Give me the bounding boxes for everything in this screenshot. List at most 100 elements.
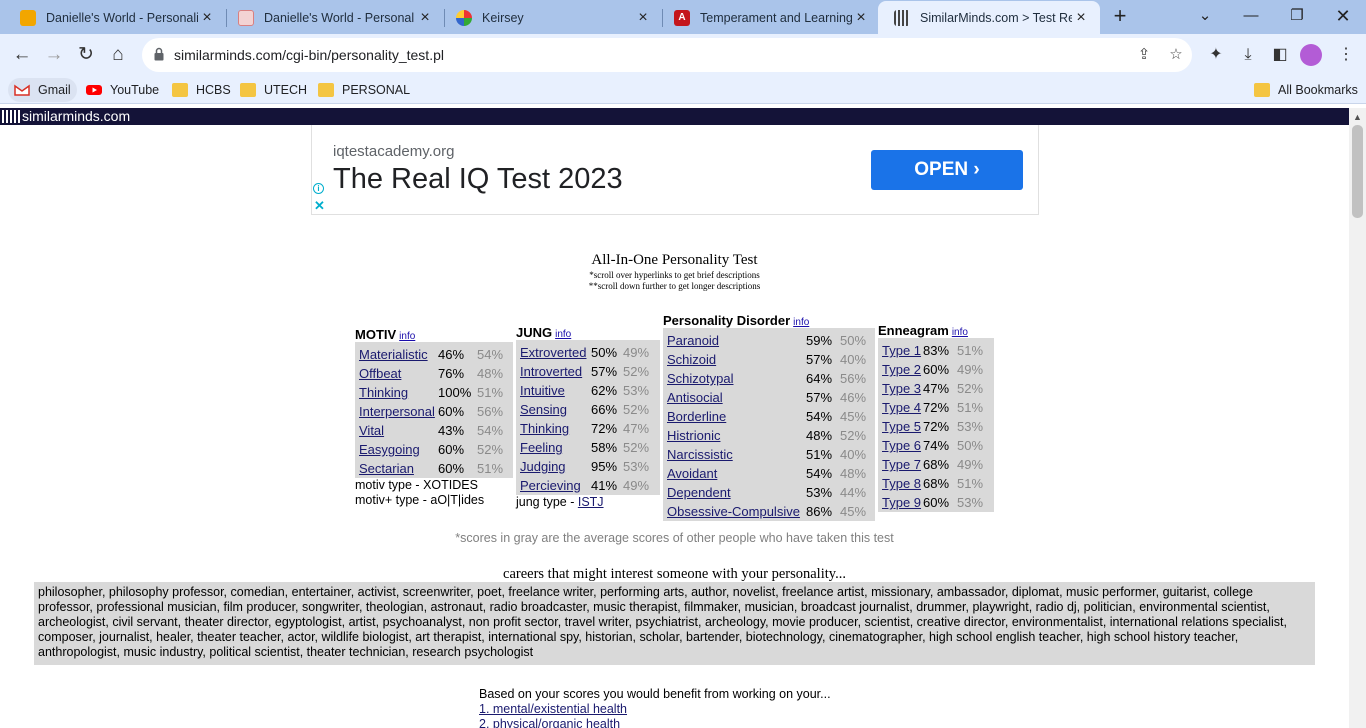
scroll-note: **scroll down further to get longer desc… [588,281,761,291]
bookmark-gmail[interactable]: Gmail [8,78,77,102]
page-scrollbar[interactable]: ▲ [1349,108,1366,728]
disorder-row: Narcissistic 51% 40% [666,445,872,464]
disorder-info-link[interactable]: info [793,317,809,328]
bookmark-folder-utech[interactable]: UTECH [234,78,313,102]
close-tab-icon[interactable]: × [198,9,216,27]
disorder-trait-link[interactable]: Obsessive-Compulsive [666,504,806,519]
tab-similarminds[interactable]: SimilarMinds.com > Test Res × [878,1,1100,34]
back-icon[interactable]: ← [8,41,36,69]
disorder-score: 53% [806,485,833,500]
tab-keirsey[interactable]: Keirsey × [440,1,662,34]
disorder-score: 86% [806,504,833,519]
tab-danielles-world-personal-d[interactable]: Danielle's World - Personal D × [222,1,444,34]
web-page: similarminds.com iqtestacademy.org The R… [0,108,1349,728]
disorder-trait-link[interactable]: Avoidant [666,466,806,481]
motiv-type: motiv type - XOTIDES [355,478,478,492]
disorder-trait-link[interactable]: Narcissistic [666,447,806,462]
minimize-icon[interactable]: — [1236,3,1266,29]
ad-banner[interactable]: iqtestacademy.org The Real IQ Test 2023 … [311,125,1039,215]
ad-headline[interactable]: The Real IQ Test 2023 [333,163,623,196]
motiv-trait-link[interactable]: Sectarian [358,461,438,476]
enneagram-average-score: 51% [957,343,984,358]
enneagram-trait-link[interactable]: Type 2 [881,362,923,377]
enneagram-trait-link[interactable]: Type 5 [881,419,923,434]
disorder-trait-link[interactable]: Dependent [666,485,806,500]
scroll-up-arrow-icon[interactable]: ▲ [1353,112,1362,122]
benefit-link-mental[interactable]: 1. mental/existential health [479,702,627,716]
benefit-link-physical[interactable]: 2. physical/organic health [479,717,620,728]
disorder-trait-link[interactable]: Schizoid [666,352,806,367]
enneagram-trait-link[interactable]: Type 3 [881,381,923,396]
enneagram-trait-link[interactable]: Type 6 [881,438,923,453]
close-window-icon[interactable]: ✕ [1328,3,1358,29]
bookmark-folder-hcbs[interactable]: HCBS [166,78,237,102]
jung-trait-link[interactable]: Feeling [519,440,591,455]
jung-info-link[interactable]: info [555,329,571,340]
motiv-trait-link[interactable]: Materialistic [358,347,438,362]
motiv-info-link[interactable]: info [399,331,415,342]
motiv-row: Easygoing 60% 52% [358,440,510,459]
motiv-trait-link[interactable]: Easygoing [358,442,438,457]
bookmark-star-icon[interactable]: ☆ [1164,43,1188,67]
bookmark-youtube[interactable]: YouTube [80,78,165,102]
bookmark-folder-personal[interactable]: PERSONAL [312,78,416,102]
disorder-score: 57% [806,352,833,367]
ad-open-button[interactable]: OPEN › [871,150,1023,190]
close-tab-icon[interactable]: × [1072,9,1090,27]
jung-trait-link[interactable]: Thinking [519,421,591,436]
close-tab-icon[interactable]: × [634,9,652,27]
pdf-favicon-icon: A [674,9,690,26]
close-tab-icon[interactable]: × [852,9,870,27]
extensions-icon[interactable]: ✦ [1204,43,1228,67]
all-bookmarks[interactable]: All Bookmarks [1248,78,1364,102]
disorder-trait-link[interactable]: Borderline [666,409,806,424]
site-name[interactable]: similarminds.com [22,108,130,125]
disorder-row: Schizotypal 64% 56% [666,369,872,388]
new-tab-icon[interactable]: + [1108,5,1132,29]
share-icon[interactable]: ⇪ [1132,43,1156,67]
address-bar[interactable]: similarminds.com/cgi-bin/personality_tes… [142,38,1192,72]
enneagram-trait-link[interactable]: Type 1 [881,343,923,358]
side-panel-icon[interactable]: ◧ [1268,43,1292,67]
reload-icon[interactable]: ↻ [72,41,100,69]
motiv-trait-link[interactable]: Vital [358,423,438,438]
tab-danielles-world-personality[interactable]: Danielle's World - Personality × [4,1,226,34]
tab-search-chevron-icon[interactable]: ⌄ [1190,3,1220,29]
motiv-trait-link[interactable]: Interpersonal [358,404,438,419]
folder-icon [172,83,188,97]
home-icon[interactable]: ⌂ [104,41,132,69]
scrollbar-thumb[interactable] [1352,125,1363,218]
jung-trait-link[interactable]: Percieving [519,478,591,493]
motiv-average-score: 56% [477,404,504,419]
profile-avatar[interactable] [1300,44,1322,66]
enneagram-trait-link[interactable]: Type 4 [881,400,923,415]
jung-trait-link[interactable]: Extroverted [519,345,591,360]
menu-icon[interactable]: ⋮ [1334,43,1358,67]
jung-type-link[interactable]: ISTJ [578,495,604,509]
jung-row: Intuitive 62% 53% [519,381,657,400]
disorder-average-score: 46% [840,390,867,405]
jung-trait-link[interactable]: Introverted [519,364,591,379]
motiv-trait-link[interactable]: Thinking [358,385,438,400]
disorder-average-score: 45% [840,504,867,519]
disorder-trait-link[interactable]: Paranoid [666,333,806,348]
download-icon[interactable]: ⤓ [1236,43,1260,67]
enneagram-trait-link[interactable]: Type 7 [881,457,923,472]
jung-trait-link[interactable]: Sensing [519,402,591,417]
restore-icon[interactable]: ❐ [1282,3,1312,29]
tab-temperament-and-learning[interactable]: A Temperament and Learning × [658,1,880,34]
disorder-trait-link[interactable]: Histrionic [666,428,806,443]
enneagram-trait-link[interactable]: Type 8 [881,476,923,491]
ad-close-icon[interactable]: ✕ [314,198,325,214]
disorder-trait-link[interactable]: Schizotypal [666,371,806,386]
jung-average-score: 52% [623,402,650,417]
motiv-trait-link[interactable]: Offbeat [358,366,438,381]
enneagram-trait-link[interactable]: Type 9 [881,495,923,510]
jung-trait-link[interactable]: Judging [519,459,591,474]
enneagram-info-link[interactable]: info [952,327,968,338]
jung-trait-link[interactable]: Intuitive [519,383,591,398]
disorder-trait-link[interactable]: Antisocial [666,390,806,405]
close-tab-icon[interactable]: × [416,9,434,27]
forward-icon[interactable]: → [40,41,68,69]
ad-info-icon[interactable]: i [313,183,324,194]
